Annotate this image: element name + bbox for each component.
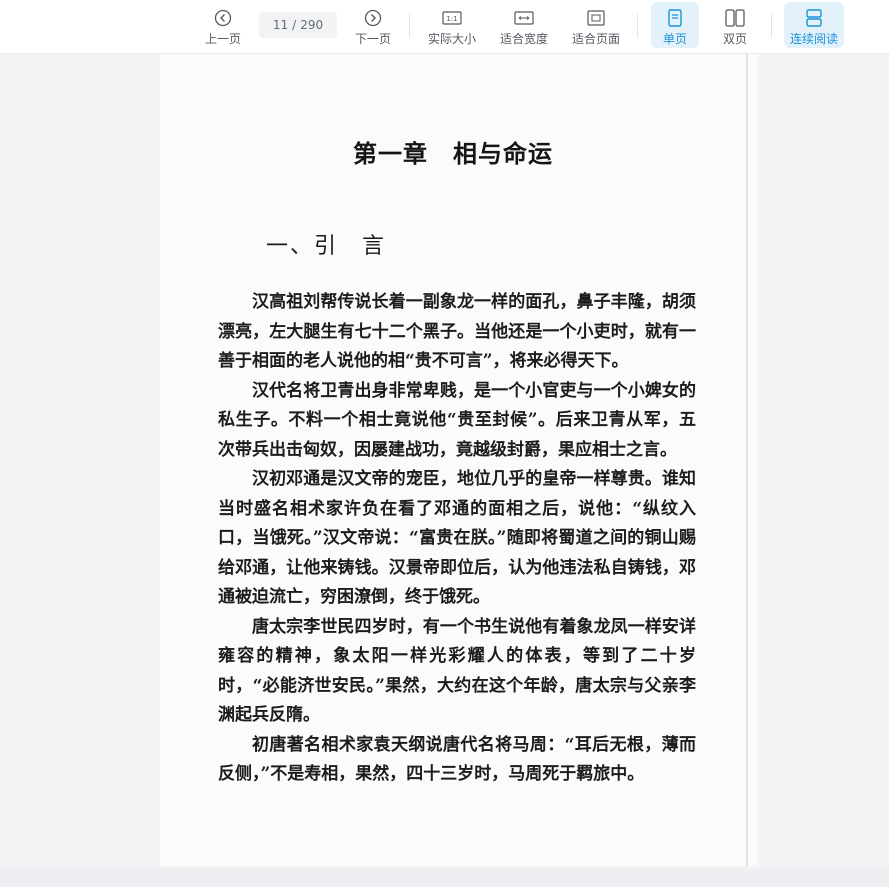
actual-size-label: 实际大小 [427, 32, 476, 46]
paragraph: 汉初邓通是汉文帝的宠臣，地位几乎的皇帝一样尊贵。谁知当时盛名相术家许负在看了邓通… [218, 469, 696, 607]
actual-size-button[interactable]: 1:1 实际大小 [424, 2, 480, 48]
chevron-right-circle-icon [364, 7, 382, 29]
prev-page-button[interactable]: 上一页 [201, 2, 245, 48]
reader-toolbar: 上一页 11 / 290 下一页 1:1 实际大小 适合宽度 适合页面 单页 双… [0, 0, 889, 54]
toolbar-divider [771, 14, 772, 38]
fit-page-button[interactable]: 适合页面 [568, 2, 624, 48]
page-separator: / [292, 18, 297, 32]
single-page-label: 单页 [662, 32, 687, 46]
next-page-label: 下一页 [354, 32, 391, 46]
page-current: 11 [272, 18, 289, 32]
prev-page-label: 上一页 [204, 32, 241, 46]
fit-page-label: 适合页面 [571, 32, 620, 46]
page-total: 290 [300, 18, 324, 32]
paragraph: 初唐著名相术家袁天纲说唐代名将马周：“耳后无根，薄而反侧，”不是寿相，果然，四十… [218, 734, 696, 785]
chapter-title: 第一章 相与命运 [353, 139, 553, 168]
actual-size-icon: 1:1 [442, 7, 462, 29]
paragraph: 唐太宗李世民四岁时，有一个书生说他有着象龙凤一样安详雍容的精神，象太阳一样光彩耀… [218, 616, 696, 726]
double-page-label: 双页 [722, 32, 747, 46]
document-viewer[interactable]: 第一章 相与命运 一、引 言 汉高祖刘帮传说长着一副象龙一样的面孔，鼻子丰隆，胡… [0, 54, 889, 869]
paragraph: 汉高祖刘帮传说长着一副象龙一样的面孔，鼻子丰隆，胡须漂亮，左大腿生有七十二个黑子… [218, 292, 696, 371]
scan-edge [746, 54, 748, 866]
continuous-reading-label: 连续阅读 [789, 32, 838, 46]
fit-page-icon [586, 7, 606, 29]
toolbar-divider [409, 14, 410, 38]
page-indicator[interactable]: 11 / 290 [259, 12, 337, 38]
fit-width-icon [514, 7, 534, 29]
next-page-button[interactable]: 下一页 [351, 2, 395, 48]
toolbar-divider [637, 14, 638, 38]
single-page-icon [667, 7, 683, 29]
bottom-bar [0, 869, 889, 887]
double-page-button[interactable]: 双页 [713, 2, 757, 48]
fit-width-label: 适合宽度 [499, 32, 548, 46]
single-page-button[interactable]: 单页 [651, 2, 699, 48]
continuous-reading-icon [805, 7, 823, 29]
continuous-reading-button[interactable]: 连续阅读 [784, 2, 844, 48]
fit-width-button[interactable]: 适合宽度 [496, 2, 552, 48]
document-page: 第一章 相与命运 一、引 言 汉高祖刘帮传说长着一副象龙一样的面孔，鼻子丰隆，胡… [160, 54, 758, 866]
chevron-left-circle-icon [214, 7, 232, 29]
paragraph: 汉代名将卫青出身非常卑贱，是一个小官吏与一个小婢女的私生子。不料一个相士竟说他“… [218, 380, 696, 460]
double-page-icon [725, 7, 745, 29]
section-title: 一、引 言 [266, 234, 387, 259]
svg-text:1:1: 1:1 [446, 15, 457, 23]
body-text: 汉高祖刘帮传说长着一副象龙一样的面孔，鼻子丰隆，胡须漂亮，左大腿生有七十二个黑子… [218, 288, 696, 790]
